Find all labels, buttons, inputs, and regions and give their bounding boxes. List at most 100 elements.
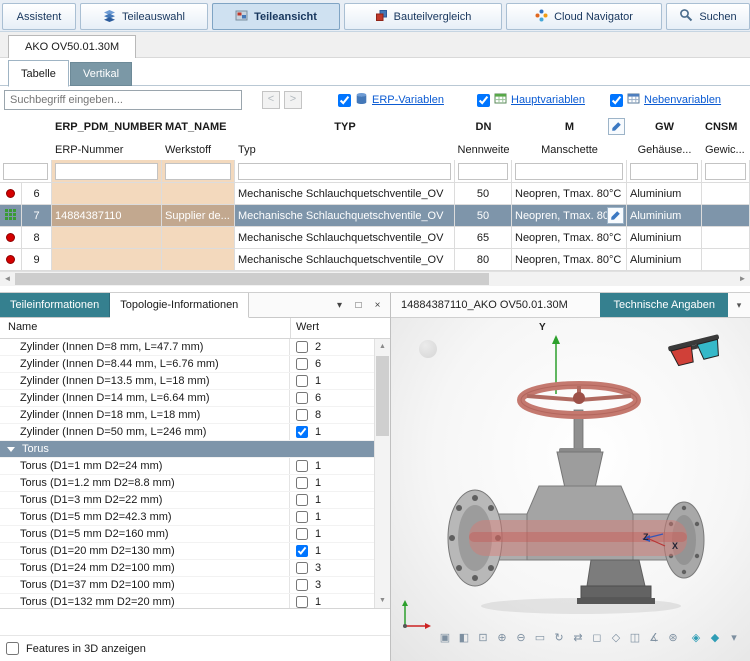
feature-checkbox[interactable] (296, 392, 308, 404)
main-tab-cloud-navigator[interactable]: Cloud Navigator (506, 3, 662, 30)
topology-row[interactable]: Torus (D1=5 mm D2=160 mm)1 (0, 526, 374, 543)
features-3d-checkbox[interactable] (6, 642, 19, 655)
table-row-9[interactable]: 9 Mechanische Schlauchquetschventile_OV … (0, 249, 750, 271)
anaglyph-icon[interactable]: ◈ (688, 630, 704, 646)
tab-tabelle[interactable]: Tabelle (8, 60, 69, 87)
topology-row[interactable]: Zylinder (Innen D=50 mm, L=246 mm)1 (0, 424, 374, 441)
topology-group-row-torus[interactable]: Torus (0, 441, 374, 458)
filter-input-manschette[interactable] (515, 163, 623, 180)
scroll-up-arrow-icon[interactable]: ▲ (375, 339, 390, 354)
horizontal-scrollbar[interactable]: ◄ ► (0, 271, 750, 286)
tab-technische-angaben[interactable]: Technische Angaben (600, 293, 728, 317)
document-tab[interactable]: AKO OV50.01.30M (8, 35, 136, 58)
topology-row[interactable]: Torus (D1=5 mm D2=42.3 mm)1 (0, 509, 374, 526)
filter-input-number[interactable] (3, 163, 48, 180)
col-header-m[interactable]: M (512, 115, 627, 139)
panel-close-icon[interactable]: × (369, 297, 386, 314)
zoom-in-icon[interactable]: ⊕ (494, 630, 510, 646)
topology-row[interactable]: Torus (D1=37 mm D2=100 mm)3 (0, 577, 374, 594)
topology-row[interactable]: Torus (D1=1 mm D2=24 mm)1 (0, 458, 374, 475)
measure-icon[interactable]: ∡ (646, 630, 662, 646)
feature-checkbox[interactable] (296, 545, 308, 557)
feature-checkbox[interactable] (296, 579, 308, 591)
scrollbar-thumb[interactable] (15, 273, 489, 285)
hauptvariablen-link[interactable]: Hauptvariablen (511, 94, 585, 106)
filter-input-nennweite[interactable] (458, 163, 508, 180)
topology-row[interactable]: Torus (D1=132 mm D2=20 mm)1 (0, 594, 374, 609)
scroll-left-arrow-icon[interactable]: ◄ (0, 272, 15, 286)
main-tab-teileansicht[interactable]: Teileansicht (212, 3, 340, 30)
table-row-7-selected[interactable]: 7 14884387110 Supplier de... Mechanische… (0, 205, 750, 227)
next-button[interactable]: > (284, 91, 302, 109)
main-tab-suchen[interactable]: Suchen (666, 3, 750, 30)
col-header-erp[interactable]: ERP_PDM_NUMBER (52, 115, 162, 139)
feature-checkbox[interactable] (296, 528, 308, 540)
viewer-menu-icon[interactable]: ▾ (726, 630, 742, 646)
feature-checkbox[interactable] (296, 494, 308, 506)
zoom-window-icon[interactable]: ⊡ (475, 630, 491, 646)
col-header-typ[interactable]: TYP (235, 115, 455, 139)
search-input[interactable] (4, 90, 242, 110)
fit-view-icon[interactable]: ▭ (532, 630, 548, 646)
settings-icon[interactable]: ⊛ (665, 630, 681, 646)
tab-vertikal[interactable]: Vertikal (70, 62, 132, 86)
column-header-wert[interactable]: Wert (296, 321, 319, 333)
feature-checkbox[interactable] (296, 426, 308, 438)
panel-maximize-icon[interactable]: □ (350, 297, 367, 314)
edit-column-button[interactable] (608, 118, 625, 135)
topology-row[interactable]: Zylinder (Innen D=8.44 mm, L=6.76 mm)6 (0, 356, 374, 373)
pan-view-icon[interactable]: ⇄ (570, 630, 586, 646)
erp-variables-link[interactable]: ERP-Variablen (372, 94, 444, 106)
main-tab-assistent[interactable]: Assistent (2, 3, 76, 30)
table-row-8[interactable]: 8 Mechanische Schlauchquetschventile_OV … (0, 227, 750, 249)
col-header-gw[interactable]: GW (627, 115, 702, 139)
filter-input-gewicht[interactable] (705, 163, 746, 180)
main-tab-bauteilvergleich[interactable]: Bauteilvergleich (344, 3, 502, 30)
prev-button[interactable]: < (262, 91, 280, 109)
filter-input-typ[interactable] (238, 163, 451, 180)
topology-row[interactable]: Zylinder (Innen D=18 mm, L=18 mm)8 (0, 407, 374, 424)
section-view-icon[interactable]: ◫ (627, 630, 643, 646)
rotate-view-icon[interactable]: ↻ (551, 630, 567, 646)
zoom-out-icon[interactable]: ⊖ (513, 630, 529, 646)
col-header-cnsm[interactable]: CNSM (702, 115, 750, 139)
nebenvariablen-link[interactable]: Nebenvariablen (644, 94, 721, 106)
3d-viewport[interactable]: Y (391, 318, 750, 661)
topology-row[interactable]: Torus (D1=3 mm D2=22 mm)1 (0, 492, 374, 509)
feature-checkbox[interactable] (296, 341, 308, 353)
scrollbar-thumb[interactable] (376, 356, 389, 436)
tab-topologie-informationen[interactable]: Topologie-Informationen (110, 293, 249, 318)
col-header-dn[interactable]: DN (455, 115, 512, 139)
feature-checkbox[interactable] (296, 562, 308, 574)
vertical-scrollbar[interactable]: ▲ ▼ (374, 339, 390, 608)
panel-dropdown-icon[interactable]: ▾ (331, 297, 348, 314)
feature-checkbox[interactable] (296, 375, 308, 387)
camera-icon[interactable]: ▣ (437, 630, 453, 646)
filter-input-werkstoff[interactable] (165, 163, 231, 180)
filter-input-erp[interactable] (55, 163, 158, 180)
edit-cell-button[interactable] (607, 207, 624, 224)
main-tab-teileauswahl[interactable]: Teileauswahl (80, 3, 208, 30)
feature-checkbox[interactable] (296, 409, 308, 421)
topology-row[interactable]: Torus (D1=1.2 mm D2=8.8 mm)1 (0, 475, 374, 492)
iso-view-icon[interactable]: ◇ (608, 630, 624, 646)
scroll-down-arrow-icon[interactable]: ▼ (375, 593, 390, 608)
topology-row[interactable]: Zylinder (Innen D=13.5 mm, L=18 mm)1 (0, 373, 374, 390)
col-header-mat[interactable]: MAT_NAME (162, 115, 235, 139)
feature-checkbox[interactable] (296, 511, 308, 523)
nebenvariablen-checkbox[interactable] (610, 94, 623, 107)
table-row-6[interactable]: 6 Mechanische Schlauchquetschventile_OV … (0, 183, 750, 205)
feature-checkbox[interactable] (296, 477, 308, 489)
viewer-dropdown-icon[interactable]: ▾ (728, 293, 750, 317)
erp-variables-checkbox[interactable] (338, 94, 351, 107)
filter-input-gehaeuse[interactable] (630, 163, 698, 180)
front-view-icon[interactable]: ◻ (589, 630, 605, 646)
topology-row[interactable]: Torus (D1=20 mm D2=130 mm)1 (0, 543, 374, 560)
topology-row[interactable]: Torus (D1=24 mm D2=100 mm)3 (0, 560, 374, 577)
feature-checkbox[interactable] (296, 358, 308, 370)
render-mode-icon[interactable]: ◧ (456, 630, 472, 646)
topology-row[interactable]: Zylinder (Innen D=14 mm, L=6.64 mm)6 (0, 390, 374, 407)
topology-row[interactable]: Zylinder (Innen D=8 mm, L=47.7 mm)2 (0, 339, 374, 356)
column-header-name[interactable]: Name (8, 321, 37, 333)
scroll-right-arrow-icon[interactable]: ► (735, 272, 750, 286)
